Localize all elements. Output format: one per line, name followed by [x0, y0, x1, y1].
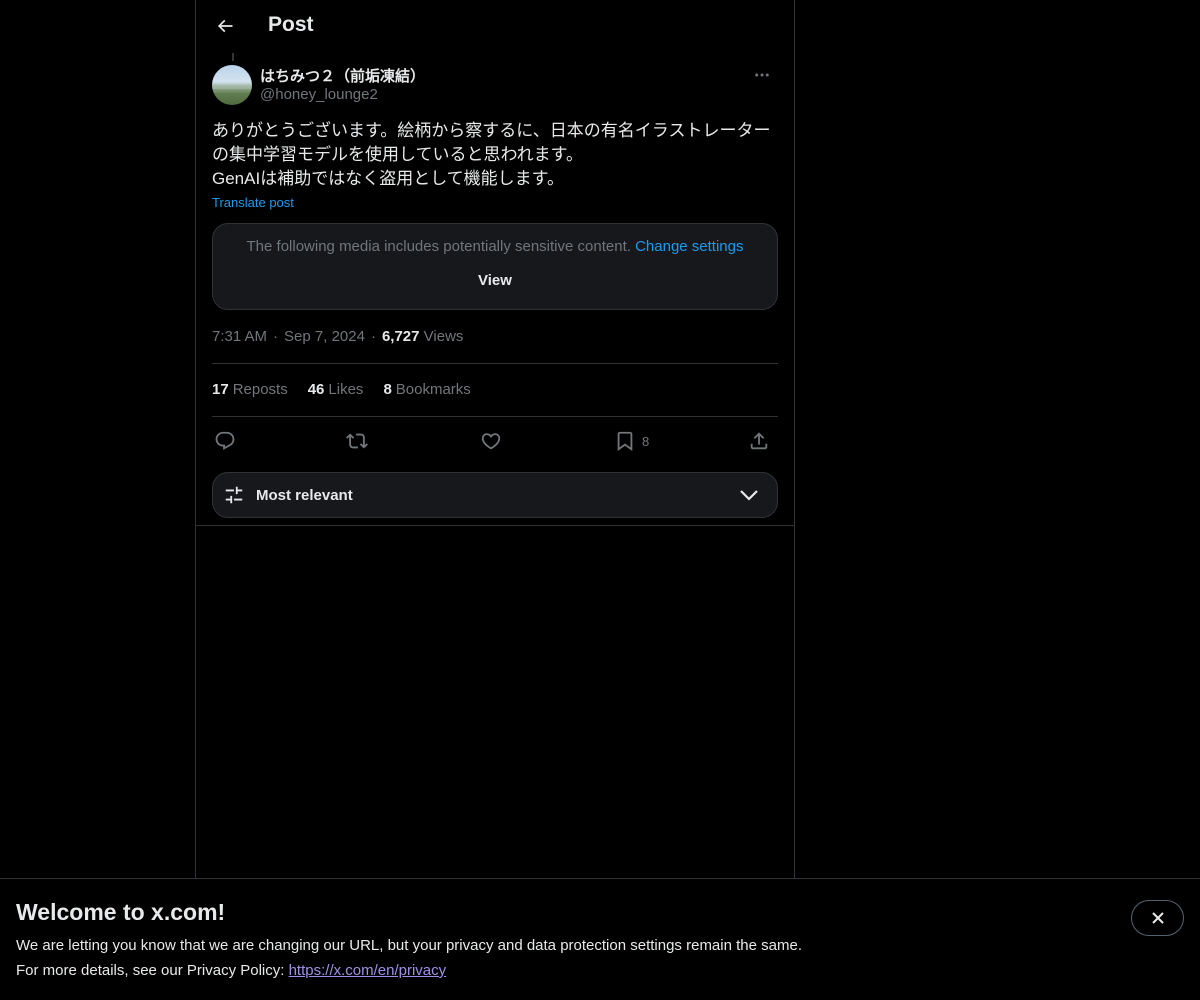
- like-button[interactable]: [480, 426, 502, 456]
- banner-message: We are letting you know that we are chan…: [16, 937, 802, 954]
- share-button[interactable]: [748, 426, 770, 456]
- bookmarks-label: Bookmarks: [395, 381, 471, 398]
- view-media-button[interactable]: View: [213, 272, 777, 289]
- reposts-stat[interactable]: 17 Reposts: [212, 381, 288, 398]
- banner-title: Welcome to x.com!: [16, 899, 226, 925]
- change-settings-link[interactable]: Change settings: [635, 238, 743, 255]
- post-text-line: ありがとうございます。絵柄から察するに、日本の有名イラストレーター: [212, 121, 771, 140]
- post-stats: 17 Reposts 46 Likes 8 Bookmarks: [212, 381, 471, 398]
- post-text-line: の集中学習モデルを使用していると思われます。: [212, 145, 583, 164]
- bookmark-count: 8: [642, 433, 650, 449]
- meta-separator: ·: [370, 328, 376, 345]
- heart-icon: [481, 433, 501, 450]
- bookmarks-count: 8: [383, 381, 392, 398]
- sensitive-media-warning: The following media includes potentially…: [212, 223, 778, 310]
- reply-icon: [215, 431, 235, 450]
- repost-button[interactable]: [346, 426, 368, 456]
- back-button[interactable]: [208, 9, 242, 43]
- likes-stat[interactable]: 46 Likes: [308, 381, 364, 398]
- bookmarks-stat[interactable]: 8 Bookmarks: [383, 381, 470, 398]
- views-label: Views: [423, 328, 464, 345]
- banner-privacy-line: For more details, see our Privacy Policy…: [16, 962, 446, 979]
- share-icon: [750, 432, 768, 450]
- sort-label: Most relevant: [256, 487, 353, 504]
- close-icon: [1151, 912, 1164, 924]
- divider: [196, 525, 794, 526]
- divider: [212, 363, 778, 364]
- close-banner-button[interactable]: [1131, 900, 1184, 936]
- more-dots-icon: [755, 73, 769, 77]
- repost-icon: [346, 433, 368, 449]
- more-options-button[interactable]: [746, 63, 778, 87]
- bookmark-icon: [617, 431, 633, 452]
- page-header: Post: [196, 0, 794, 53]
- divider: [212, 416, 778, 417]
- avatar[interactable]: [212, 65, 252, 105]
- sort-replies-dropdown[interactable]: Most relevant: [212, 472, 778, 518]
- post-time[interactable]: 7:31 AM: [212, 328, 267, 345]
- post-text-line: GenAIは補助ではなく盗用として機能します。: [212, 169, 564, 188]
- sensitive-message-text: The following media includes potentially…: [246, 238, 631, 255]
- views-count: 6,727: [381, 328, 420, 345]
- post-meta: 7:31 AM · Sep 7, 2024 · 6,727 Views: [212, 328, 463, 345]
- meta-separator: ·: [273, 328, 279, 345]
- sensitive-message: The following media includes potentially…: [213, 238, 777, 255]
- welcome-banner: Welcome to x.com! We are letting you kno…: [0, 878, 1200, 1000]
- bookmark-button[interactable]: 8: [614, 426, 649, 456]
- post-actions: 8: [212, 426, 778, 456]
- reposts-count: 17: [212, 381, 229, 398]
- author-handle[interactable]: @honey_lounge2: [260, 86, 378, 103]
- likes-count: 46: [307, 381, 325, 398]
- main-column: Post はちみつ２（前垢凍結） @honey_lounge2 ありがとうござい…: [195, 0, 795, 878]
- author-display-name[interactable]: はちみつ２（前垢凍結）: [260, 65, 425, 86]
- post-text: ありがとうございます。絵柄から察するに、日本の有名イラストレーター の集中学習モ…: [212, 119, 778, 191]
- privacy-policy-link[interactable]: https://x.com/en/privacy: [289, 962, 447, 979]
- translate-post-link[interactable]: Translate post: [212, 195, 294, 210]
- chevron-down-icon: [740, 490, 758, 501]
- arrow-left-icon: [217, 19, 233, 33]
- page-title: Post: [268, 13, 314, 36]
- post-author: はちみつ２（前垢凍結） @honey_lounge2: [212, 63, 778, 107]
- thread-connector-line: [232, 53, 234, 61]
- post-date[interactable]: Sep 7, 2024: [284, 328, 365, 345]
- sliders-icon: [225, 486, 243, 504]
- likes-label: Likes: [328, 381, 364, 398]
- reposts-label: Reposts: [232, 381, 288, 398]
- banner-privacy-prefix: For more details, see our Privacy Policy…: [16, 962, 289, 979]
- avatar-landscape-image: [212, 85, 252, 89]
- reply-button[interactable]: [214, 426, 236, 456]
